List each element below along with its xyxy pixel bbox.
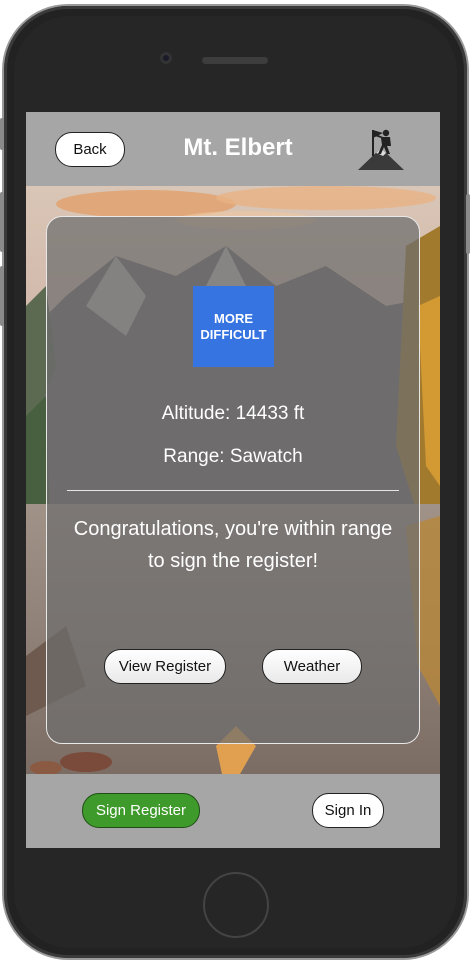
altitude-text: Altitude: 14433 ft bbox=[161, 403, 305, 424]
card-divider bbox=[67, 490, 399, 491]
back-button[interactable]: Back bbox=[55, 132, 125, 167]
side-button-mute bbox=[0, 118, 4, 150]
page-title: Mt. Elbert bbox=[183, 134, 293, 161]
difficulty-badge-line2: DIFFICULT bbox=[200, 326, 267, 342]
earpiece-speaker bbox=[202, 57, 268, 64]
range-text: Range: Sawatch bbox=[163, 446, 303, 467]
sign-register-button[interactable]: Sign Register bbox=[82, 793, 200, 828]
difficulty-badge-line1: MORE bbox=[214, 310, 253, 326]
side-button-power bbox=[466, 194, 470, 254]
home-button[interactable] bbox=[203, 872, 269, 938]
bottom-bar: Sign Register Sign In bbox=[26, 774, 440, 848]
side-button-volume-down bbox=[0, 266, 4, 326]
summit-info-card: MORE DIFFICULT Altitude: 14433 ft Range:… bbox=[46, 216, 420, 744]
hiker-summit-icon bbox=[358, 129, 404, 170]
front-camera bbox=[160, 52, 172, 64]
difficulty-badge: MORE DIFFICULT bbox=[193, 286, 274, 367]
top-bar: Back Mt. Elbert bbox=[26, 112, 440, 186]
register-status-message: Congratulations, you're within range to … bbox=[73, 518, 393, 572]
app-screen: Back Mt. Elbert MORE DIFFICULT Altitude:… bbox=[26, 112, 440, 848]
sign-in-button[interactable]: Sign In bbox=[312, 793, 384, 828]
view-register-button[interactable]: View Register bbox=[104, 649, 226, 684]
side-button-volume-up bbox=[0, 192, 4, 252]
weather-button[interactable]: Weather bbox=[262, 649, 362, 684]
